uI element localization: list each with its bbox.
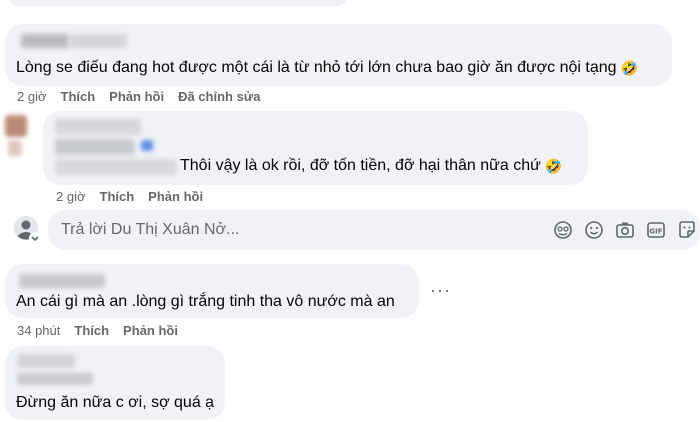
reply-button[interactable]: Phản hồi <box>109 89 164 104</box>
author-name-blurred <box>141 140 153 151</box>
comment-bubble: Đừng ăn nữa c ơi, sợ quá ạ <box>5 346 225 420</box>
comment-text: Lòng se điếu đang hot được một cái là từ… <box>16 59 638 76</box>
comment-bubble-cutoff <box>8 0 348 6</box>
svg-text:GIF: GIF <box>649 227 662 235</box>
reply-button[interactable]: Phản hồi <box>148 189 203 204</box>
comment-bubble: Thôi vậy là ok rồi, đỡ tốn tiền, đỡ hại … <box>43 111 588 185</box>
comment-bubble: An cái gì mà an .lòng gì trắng tinh tha … <box>5 264 419 318</box>
comment-text: Đừng ăn nữa c ơi, sợ quá ạ <box>16 394 215 411</box>
avatar-icon[interactable] <box>13 215 43 245</box>
author-name-blurred[interactable] <box>55 119 141 135</box>
author-name-blurred <box>17 373 93 385</box>
like-button[interactable]: Thích <box>100 189 135 204</box>
author-name-blurred[interactable] <box>19 274 105 288</box>
comment-content-blurred <box>55 139 135 155</box>
rofl-emoji-icon: 🤣 <box>620 60 638 76</box>
emoji-icon[interactable] <box>584 220 604 240</box>
avatar-blurred-part <box>8 140 22 156</box>
sticker-pack-icon[interactable] <box>677 220 697 240</box>
comment-bubble: Lòng se điếu đang hot được một cái là từ… <box>5 24 672 86</box>
author-name-blurred <box>69 34 127 48</box>
comment-time[interactable]: 2 giờ <box>56 189 86 204</box>
comment-content-blurred <box>55 159 177 175</box>
gif-icon[interactable]: GIF <box>646 220 666 240</box>
comment-meta: 2 giờ Thích Phản hồi Đã chỉnh sửa <box>17 89 274 105</box>
comment-meta: 2 giờ Thích Phản hồi <box>56 189 217 205</box>
rofl-emoji-icon: 🤣 <box>544 158 563 174</box>
edited-label[interactable]: Đã chỉnh sửa <box>178 89 260 104</box>
comment-time[interactable]: 2 giờ <box>17 89 47 104</box>
avatar[interactable] <box>5 115 27 137</box>
comment-text: An cái gì mà an .lòng gì trắng tinh tha … <box>16 293 395 310</box>
author-name-blurred[interactable] <box>21 34 69 48</box>
comment-time[interactable]: 34 phút <box>17 323 60 338</box>
reply-placeholder: Trả lời Du Thị Xuân Nở... <box>61 221 240 238</box>
comment-meta: 34 phút Thích Phản hồi <box>17 323 192 339</box>
like-button[interactable]: Thích <box>61 89 96 104</box>
like-button[interactable]: Thích <box>74 323 109 338</box>
reply-button[interactable]: Phản hồi <box>123 323 178 338</box>
more-options-icon[interactable]: ··· <box>430 280 451 301</box>
comment-text: Thôi vậy là ok rồi, đỡ tốn tiền, đỡ hại … <box>180 157 563 174</box>
sticker-icon[interactable] <box>553 220 573 240</box>
camera-icon[interactable] <box>615 220 635 240</box>
author-name-blurred[interactable] <box>17 354 75 368</box>
